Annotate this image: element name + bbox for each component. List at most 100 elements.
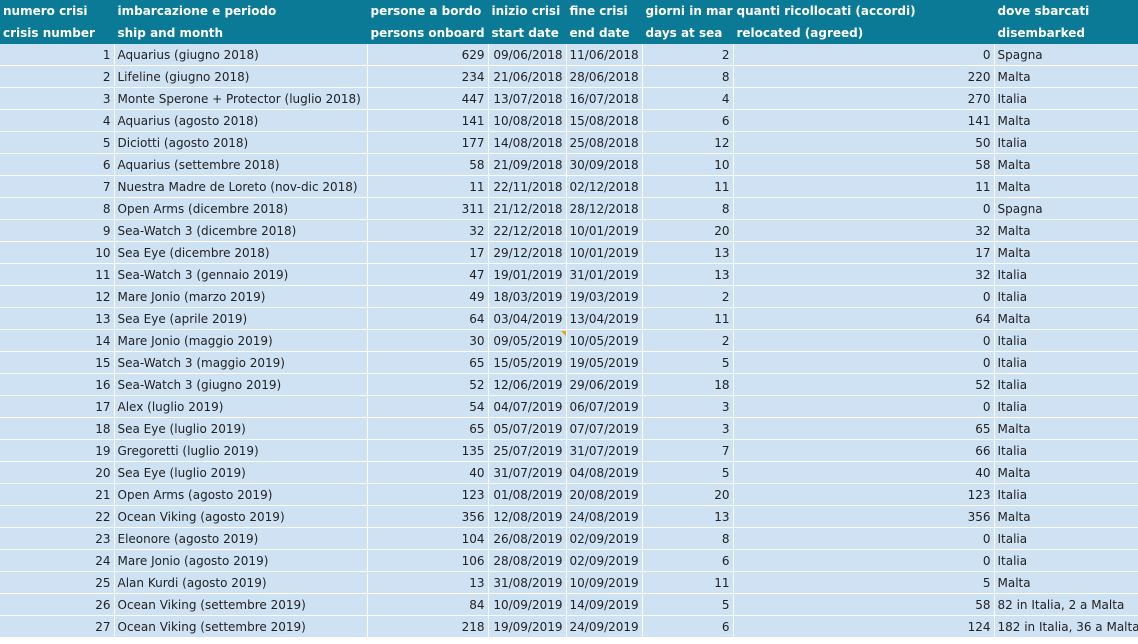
cell-disembarked[interactable]: Spagna <box>994 44 1138 66</box>
cell-disembarked[interactable]: Malta <box>994 65 1138 88</box>
cell-ship-and-month[interactable]: Sea Eye (dicembre 2018) <box>114 241 368 264</box>
cell-end-date[interactable]: 14/09/2019 <box>566 593 643 616</box>
header-cell-end-date[interactable]: fine crisi <box>566 0 643 22</box>
cell-relocated[interactable]: 124 <box>733 615 995 638</box>
cell-persons-onboard[interactable]: 58 <box>367 153 489 176</box>
cell-days-at-sea[interactable]: 3 <box>642 417 734 440</box>
cell-persons-onboard[interactable]: 177 <box>367 131 489 154</box>
cell-end-date[interactable]: 13/04/2019 <box>566 307 643 330</box>
cell-days-at-sea[interactable]: 20 <box>642 219 734 242</box>
cell-relocated[interactable]: 64 <box>733 307 995 330</box>
cell-disembarked[interactable]: Malta <box>994 175 1138 198</box>
cell-persons-onboard[interactable]: 52 <box>367 373 489 396</box>
cell-start-date[interactable]: 22/12/2018 <box>488 219 567 242</box>
cell-crisis-number[interactable]: 10 <box>0 241 115 264</box>
cell-days-at-sea[interactable]: 13 <box>642 505 734 528</box>
cell-disembarked[interactable]: 82 in Italia, 2 a Malta <box>994 593 1138 616</box>
cell-crisis-number[interactable]: 17 <box>0 395 115 418</box>
cell-relocated[interactable]: 0 <box>733 527 995 550</box>
cell-ship-and-month[interactable]: Aquarius (agosto 2018) <box>114 109 368 132</box>
cell-end-date[interactable]: 15/08/2018 <box>566 109 643 132</box>
cell-disembarked[interactable]: Italia <box>994 395 1138 418</box>
cell-relocated[interactable]: 0 <box>733 329 995 352</box>
cell-disembarked[interactable]: Italia <box>994 351 1138 374</box>
header-cell-days-at-sea[interactable]: days at sea <box>642 22 734 44</box>
cell-disembarked[interactable]: Italia <box>994 131 1138 154</box>
cell-start-date[interactable]: 19/09/2019 <box>488 615 567 638</box>
cell-persons-onboard[interactable]: 218 <box>367 615 489 638</box>
cell-crisis-number[interactable]: 1 <box>0 44 115 66</box>
cell-disembarked[interactable]: Malta <box>994 571 1138 594</box>
cell-crisis-number[interactable]: 7 <box>0 175 115 198</box>
cell-crisis-number[interactable]: 8 <box>0 197 115 220</box>
cell-ship-and-month[interactable]: Sea-Watch 3 (giugno 2019) <box>114 373 368 396</box>
cell-disembarked[interactable]: Malta <box>994 505 1138 528</box>
cell-ship-and-month[interactable]: Ocean Viking (settembre 2019) <box>114 615 368 638</box>
cell-crisis-number[interactable]: 25 <box>0 571 115 594</box>
header-cell-ship-and-month[interactable]: ship and month <box>114 22 368 44</box>
cell-persons-onboard[interactable]: 17 <box>367 241 489 264</box>
cell-relocated[interactable]: 0 <box>733 395 995 418</box>
cell-ship-and-month[interactable]: Open Arms (agosto 2019) <box>114 483 368 506</box>
cell-ship-and-month[interactable]: Sea-Watch 3 (dicembre 2018) <box>114 219 368 242</box>
cell-start-date[interactable]: 12/08/2019 <box>488 505 567 528</box>
cell-days-at-sea[interactable]: 3 <box>642 395 734 418</box>
cell-days-at-sea[interactable]: 5 <box>642 461 734 484</box>
cell-end-date[interactable]: 02/12/2018 <box>566 175 643 198</box>
cell-crisis-number[interactable]: 13 <box>0 307 115 330</box>
header-cell-crisis-number[interactable]: crisis number <box>0 22 115 44</box>
spreadsheet[interactable]: numero crisi imbarcazione e periodo person… <box>0 0 1138 644</box>
cell-ship-and-month[interactable]: Eleonore (agosto 2019) <box>114 527 368 550</box>
cell-start-date[interactable]: 28/08/2019 <box>488 549 567 572</box>
cell-end-date[interactable]: 07/07/2019 <box>566 417 643 440</box>
cell-days-at-sea[interactable]: 5 <box>642 351 734 374</box>
cell-relocated[interactable]: 58 <box>733 153 995 176</box>
cell-start-date[interactable]: 15/05/2019 <box>488 351 567 374</box>
header-cell-crisis-number[interactable]: numero crisi <box>0 0 115 22</box>
cell-days-at-sea[interactable]: 8 <box>642 197 734 220</box>
cell-ship-and-month[interactable]: Nuestra Madre de Loreto (nov-dic 2018) <box>114 175 368 198</box>
header-cell-disembarked[interactable]: dove sbarcati <box>994 0 1138 22</box>
header-cell-start-date[interactable]: inizio crisi <box>488 0 567 22</box>
cell-ship-and-month[interactable]: Monte Sperone + Protector (luglio 2018) <box>114 87 368 110</box>
cell-days-at-sea[interactable]: 10 <box>642 153 734 176</box>
cell-ship-and-month[interactable]: Ocean Viking (agosto 2019) <box>114 505 368 528</box>
cell-persons-onboard[interactable]: 11 <box>367 175 489 198</box>
header-cell-end-date[interactable]: end date <box>566 22 643 44</box>
cell-ship-and-month[interactable]: Aquarius (giugno 2018) <box>114 44 368 66</box>
cell-persons-onboard[interactable]: 40 <box>367 461 489 484</box>
cell-days-at-sea[interactable]: 2 <box>642 44 734 66</box>
cell-end-date[interactable]: 31/01/2019 <box>566 263 643 286</box>
cell-relocated[interactable]: 65 <box>733 417 995 440</box>
cell-persons-onboard[interactable]: 30 <box>367 329 489 352</box>
cell-crisis-number[interactable]: 16 <box>0 373 115 396</box>
cell-ship-and-month[interactable]: Alex (luglio 2019) <box>114 395 368 418</box>
cell-end-date[interactable]: 10/01/2019 <box>566 241 643 264</box>
cell-disembarked[interactable]: Malta <box>994 153 1138 176</box>
cell-ship-and-month[interactable]: Sea Eye (aprile 2019) <box>114 307 368 330</box>
cell-persons-onboard[interactable]: 54 <box>367 395 489 418</box>
cell-end-date[interactable]: 10/09/2019 <box>566 571 643 594</box>
cell-start-date[interactable]: 21/09/2018 <box>488 153 567 176</box>
cell-relocated[interactable]: 40 <box>733 461 995 484</box>
cell-persons-onboard[interactable]: 65 <box>367 417 489 440</box>
cell-relocated[interactable]: 5 <box>733 571 995 594</box>
cell-days-at-sea[interactable]: 11 <box>642 175 734 198</box>
cell-start-date[interactable]: 19/01/2019 <box>488 263 567 286</box>
cell-persons-onboard[interactable]: 32 <box>367 219 489 242</box>
cell-ship-and-month[interactable]: Open Arms (dicembre 2018) <box>114 197 368 220</box>
cell-days-at-sea[interactable]: 6 <box>642 109 734 132</box>
cell-persons-onboard[interactable]: 84 <box>367 593 489 616</box>
cell-relocated[interactable]: 66 <box>733 439 995 462</box>
cell-ship-and-month[interactable]: Alan Kurdi (agosto 2019) <box>114 571 368 594</box>
cell-end-date[interactable]: 06/07/2019 <box>566 395 643 418</box>
cell-crisis-number[interactable]: 5 <box>0 131 115 154</box>
cell-start-date[interactable]: 05/07/2019 <box>488 417 567 440</box>
cell-days-at-sea[interactable]: 2 <box>642 285 734 308</box>
cell-relocated[interactable]: 58 <box>733 593 995 616</box>
header-cell-persons-onboard[interactable]: persone a bordo <box>367 0 489 22</box>
cell-disembarked[interactable]: Malta <box>994 417 1138 440</box>
header-cell-relocated[interactable]: relocated (agreed) <box>733 22 995 44</box>
header-cell-start-date[interactable]: start date <box>488 22 567 44</box>
cell-persons-onboard[interactable]: 104 <box>367 527 489 550</box>
